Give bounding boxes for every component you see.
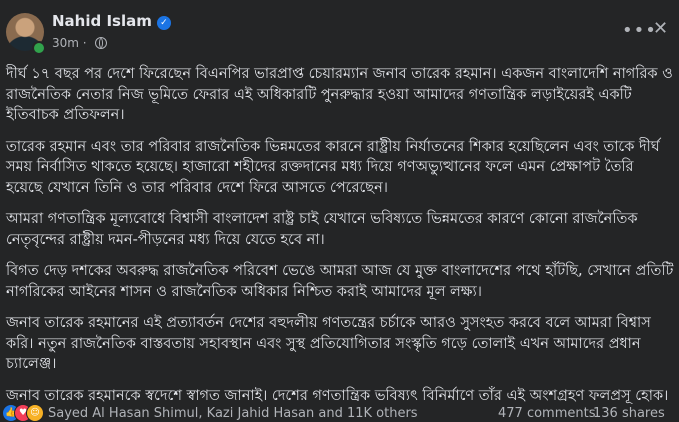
- author-name[interactable]: Nahid Islam ✓: [52, 12, 171, 30]
- online-status-dot: [32, 41, 46, 55]
- post-paragraph: বিগত দেড় দশকের অবরুদ্ধ রাজনৈতিক পরিবেশ …: [6, 263, 674, 300]
- reactions-summary[interactable]: Sayed Al Hasan Shimul, Kazi Jahid Hasan …: [48, 406, 418, 421]
- shares-count[interactable]: 136 shares: [593, 406, 665, 421]
- post-paragraph: তারেক রহমান এবং তার পরিবার রাজনৈতিক ভিন্…: [6, 138, 660, 196]
- care-icon: ☺: [26, 404, 44, 422]
- post-footer: 👍 ♥ ☺ Sayed Al Hasan Shimul, Kazi Jahid …: [0, 404, 679, 422]
- close-icon[interactable]: ✕: [653, 18, 668, 39]
- author-name-text[interactable]: Nahid Islam: [52, 12, 152, 30]
- post-paragraph: আমরা গণতান্ত্রিক মূল্যবোধে বিশ্বাসী বাংল…: [6, 211, 638, 248]
- post-body: দীর্ঘ ১৭ বছর পর দেশে ফিরেছেন বিএনপির ভার…: [6, 64, 674, 417]
- post-paragraph: জনাব তারেক রহমানের এই প্রত্যাবর্তন দেশের…: [6, 315, 651, 372]
- comments-count[interactable]: 477 comments: [498, 406, 595, 421]
- globe-icon: [95, 37, 108, 49]
- post-paragraph: জনাব তারেক রহমানকে স্বদেশে স্বাগত জানাই।…: [6, 387, 669, 404]
- verified-badge-icon: ✓: [156, 16, 171, 30]
- more-options-button[interactable]: •••: [622, 20, 657, 41]
- post-paragraph: দীর্ঘ ১৭ বছর পর দেশে ফিরেছেন বিএনপির ভার…: [6, 66, 673, 123]
- post-meta: 30m ·: [52, 36, 108, 50]
- post-time[interactable]: 30m: [52, 36, 79, 50]
- post-header: Nahid Islam ✓ 30m · ••• ✕: [0, 0, 679, 58]
